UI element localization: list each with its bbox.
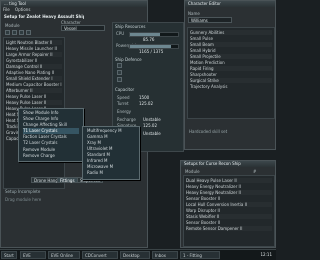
skill-row[interactable]: Gunnery Abilities (190, 30, 272, 35)
setup-list: Dual Heavy Pulse Laser II Heavy Energy N… (183, 175, 275, 247)
task-cdconvert[interactable]: CDConvert (82, 251, 118, 259)
module-header: Module (5, 23, 20, 28)
resources-header: Ship Resources (115, 24, 146, 29)
cpu-value: 85.76 (143, 37, 155, 42)
module-context-menu: Show Module Info Show Charge Info Change… (18, 108, 84, 162)
col-module: Module (185, 169, 200, 174)
shield-icon (117, 63, 122, 68)
skill-row[interactable]: Small Projectile (190, 54, 272, 59)
taskbar-clock: 12:11 (260, 252, 272, 257)
skill-row[interactable]: Small Hybrid (190, 48, 272, 53)
module-row[interactable]: Afterburner II (6, 88, 62, 93)
hull-icon (117, 77, 122, 82)
task-desktop[interactable]: Desktop (120, 251, 150, 259)
setup-row[interactable]: Sensor Booster II (186, 220, 272, 225)
setup-window: Setups for Curse Recon Ship Module # Dua… (180, 160, 276, 248)
module-row[interactable]: Medium Capacitor Booster I (6, 82, 62, 87)
crystal-radio[interactable]: Radio M (87, 170, 135, 176)
turret-value: 125.02 (139, 101, 153, 106)
start-button[interactable]: Start (1, 251, 17, 259)
cpu-label: CPU (116, 31, 125, 36)
task-eve[interactable]: EVE (20, 251, 46, 259)
skill-row[interactable]: Trajectory Analysis (190, 84, 272, 89)
setup-row[interactable]: Remote Sensor Dampener II (186, 226, 272, 231)
menu-remove-charge[interactable]: Remove Charge (23, 153, 79, 159)
armor-icon (117, 70, 122, 75)
module-row[interactable]: Heavy Pulse Laser II (6, 100, 62, 105)
skill-note: Hardcoded skill set (189, 129, 228, 134)
crystal-submenu: Multifrequency M Gamma M Xray M Ultravio… (82, 126, 140, 180)
setup-row[interactable]: Dual Heavy Pulse Laser II (186, 178, 272, 183)
refresh-icon[interactable] (26, 30, 31, 35)
powergrid-value: 1165 / 1375 (139, 49, 164, 54)
skill-row[interactable]: Sharpshooter (190, 72, 272, 77)
module-row[interactable]: Small Shield Extender I (6, 76, 62, 81)
character-editor-window: Character Editor Name Williams Gunnery A… (184, 0, 276, 150)
energy-label: Energy (117, 109, 132, 114)
recharge-label: Recharge (117, 117, 136, 122)
tab-fittings[interactable]: Fittings (57, 177, 78, 183)
status-text: Setup Incomplete (5, 189, 41, 194)
task-fitting[interactable]: 1 - Fitting (180, 251, 220, 259)
delete-setup-icon[interactable] (19, 30, 24, 35)
turret-label: Turret (117, 101, 129, 106)
skill-row[interactable]: Motion Prediction (190, 60, 272, 65)
skill-row[interactable]: Surgical Strike (190, 78, 272, 83)
module-row[interactable]: Large Armor Repairer II (6, 52, 62, 57)
setup-row[interactable]: Heavy Energy Neutralizer II (186, 190, 272, 195)
setup-row[interactable]: Sensor Booster II (186, 196, 272, 201)
menu-t2-laser-crystals[interactable]: T2 Laser Crystals (23, 140, 79, 146)
col-count: # (253, 169, 257, 174)
module-row[interactable]: Heavy Missile Launcher II (6, 46, 62, 51)
task-eve-online[interactable]: EVE Online (48, 251, 80, 259)
name-field[interactable]: Williams (188, 17, 232, 23)
capacitor-value: Unstable (143, 131, 161, 136)
module-row[interactable]: Light Neutron Blaster II (6, 40, 62, 45)
recharge-value: Unstable (143, 117, 161, 122)
skill-row[interactable]: Rapid Firing (190, 66, 272, 71)
ship-setup-title: Setup for Zealot Heavy Assault Ship (4, 14, 84, 19)
menu-bar: File Options (3, 7, 145, 12)
setup-row[interactable]: Heavy Energy Neutralizer II (186, 184, 272, 189)
defence-header: Ship Defence (115, 57, 142, 62)
skill-row[interactable]: Small Pulse (190, 36, 272, 41)
module-row[interactable]: Adaptive Nano Plating II (6, 70, 62, 75)
taskbar: Start EVE EVE Online CDConvert Desktop I… (0, 249, 276, 260)
skill-list: Gunnery Abilities Small Pulse Small Beam… (187, 27, 275, 119)
menu-options[interactable]: Options (15, 7, 30, 12)
setup-window-title: Setups for Curse Recon Ship (181, 161, 275, 167)
module-row[interactable]: Damage Control II (6, 64, 62, 69)
skill-row[interactable]: Small Beam (190, 42, 272, 47)
speed-value: 1500 (139, 95, 150, 100)
setup-row[interactable]: Stasis Webifier II (186, 214, 272, 219)
drag-hint: Drag module here (5, 197, 42, 202)
new-setup-icon[interactable] (5, 30, 10, 35)
setup-row[interactable]: Warp Disruptor II (186, 208, 272, 213)
setup-row[interactable]: Local Hull Conversion Inertia II (186, 202, 272, 207)
module-row[interactable]: Heavy Pulse Laser II (6, 94, 62, 99)
character-editor-title: Character Editor (185, 1, 275, 7)
signature-value: 125.02 (143, 123, 157, 128)
name-label: Name (188, 11, 200, 16)
save-setup-icon[interactable] (12, 30, 17, 35)
menu-file[interactable]: File (3, 7, 10, 12)
module-row[interactable]: Gyrostabilizer II (6, 58, 62, 63)
character-select[interactable]: Vessel (61, 25, 105, 31)
task-inbox[interactable]: Inbox (152, 251, 178, 259)
capacitor-header: Capacitor (115, 87, 135, 92)
speed-label: Speed (117, 95, 130, 100)
